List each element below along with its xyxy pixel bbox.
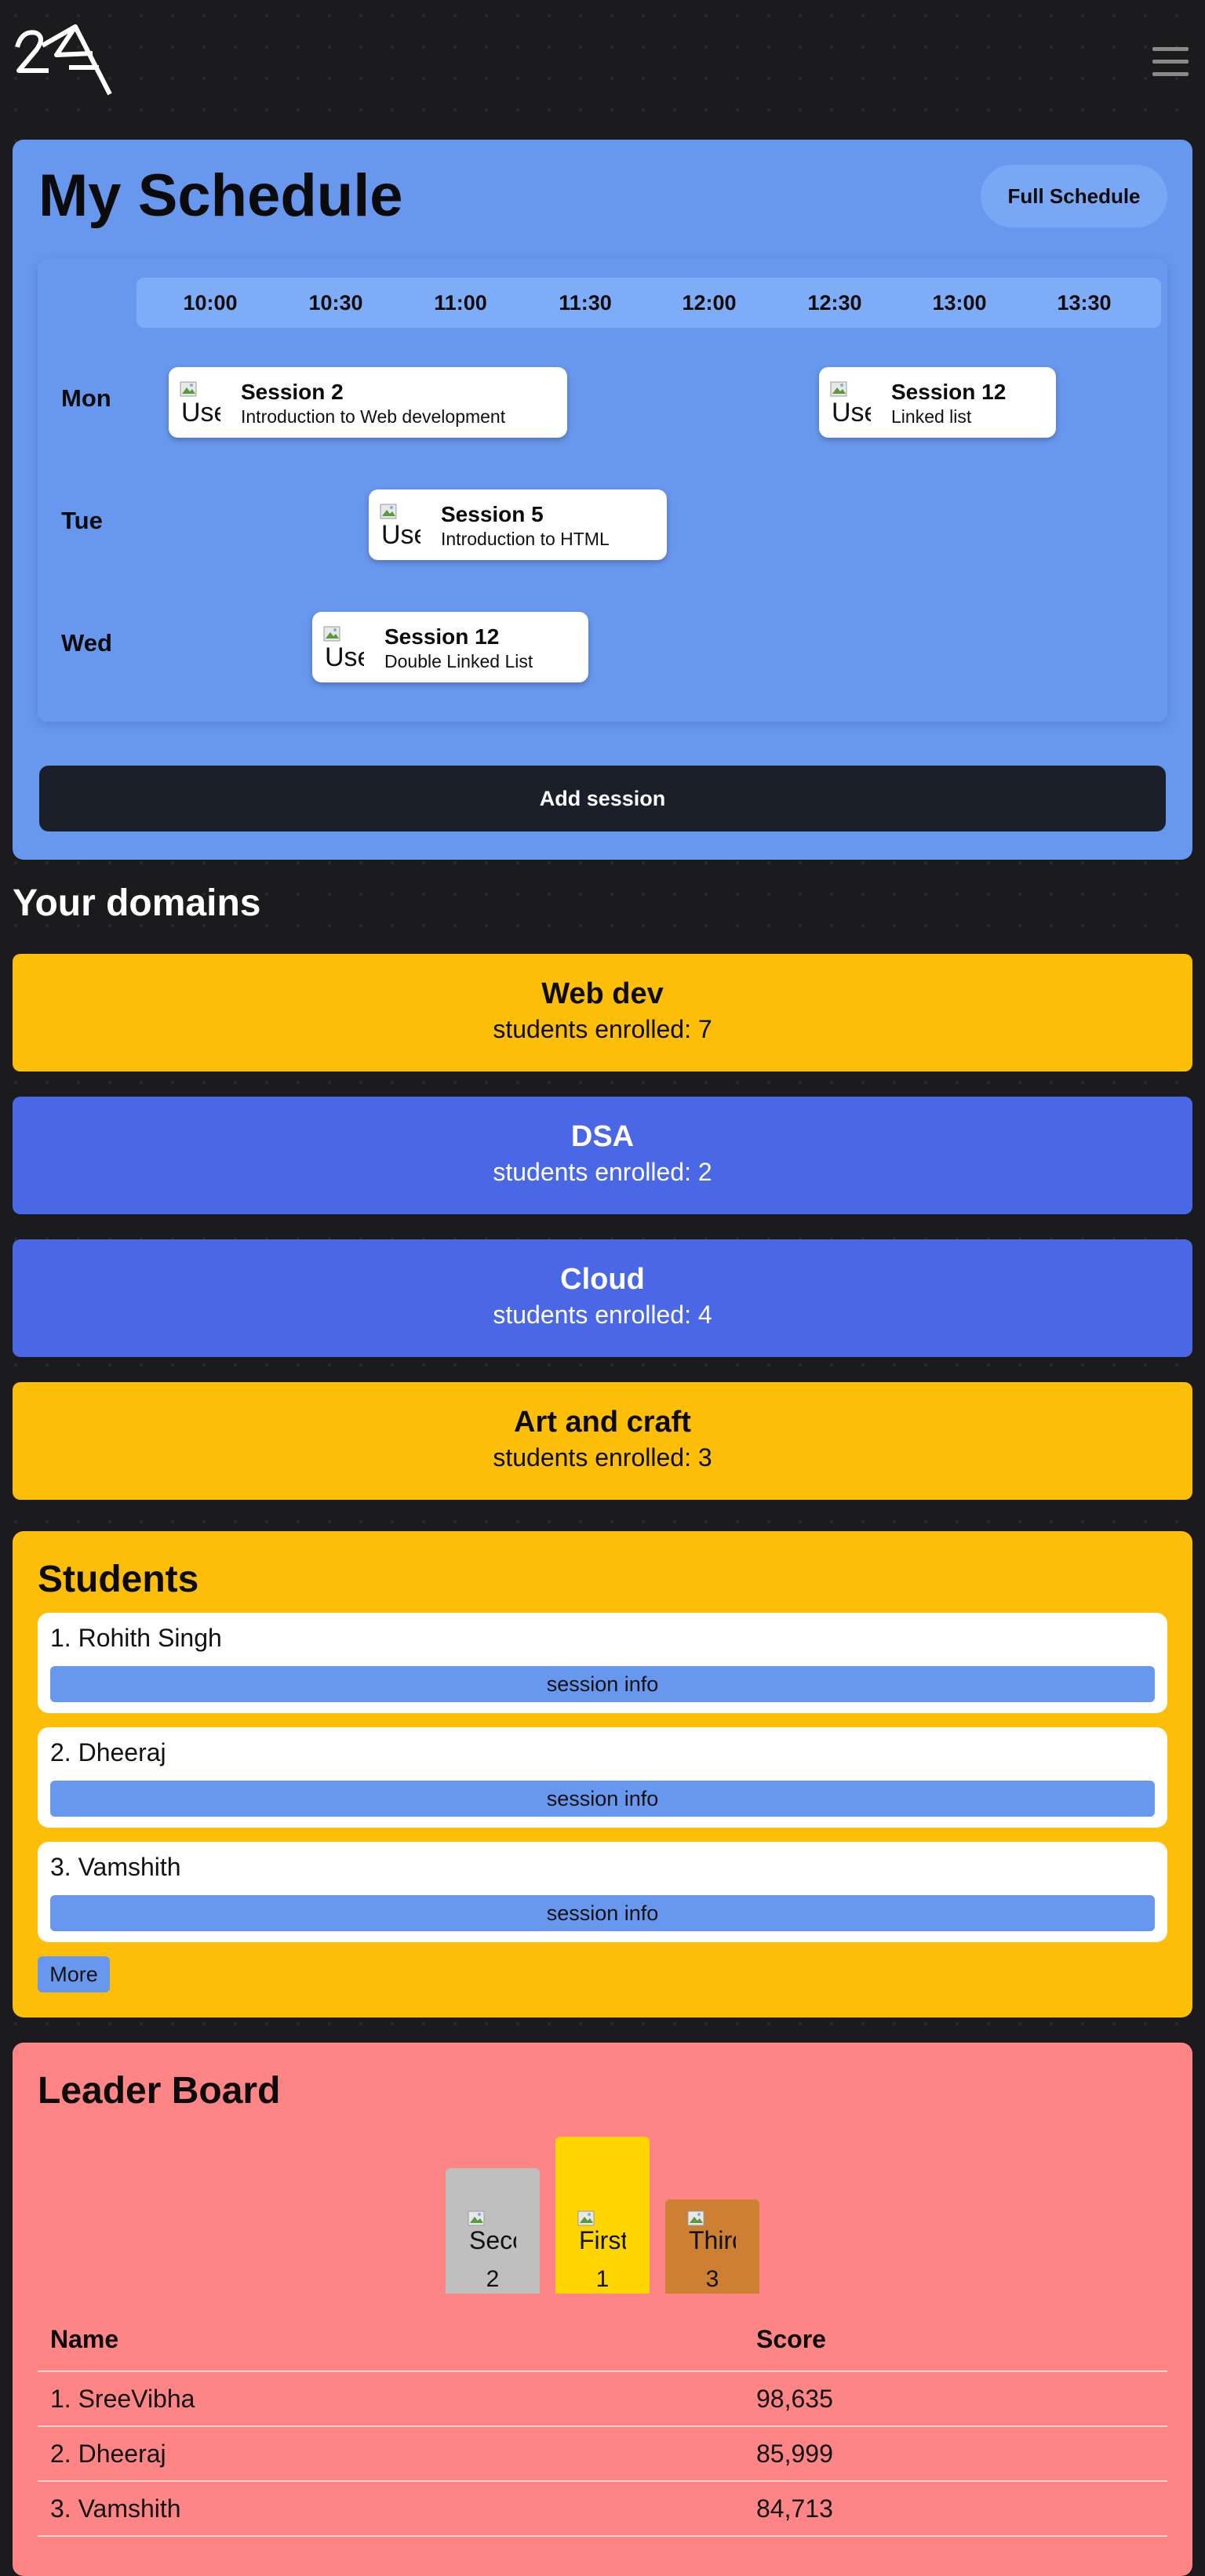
session-subtitle: Linked list bbox=[891, 406, 972, 427]
student-item: 3. Vamshith session info bbox=[38, 1842, 1167, 1942]
domain-card-art-and-craft[interactable]: Art and craft students enrolled: 3 bbox=[13, 1382, 1192, 1500]
leaderboard-score: 85,999 bbox=[756, 2440, 833, 2468]
session-info-button[interactable]: session info bbox=[50, 1781, 1155, 1817]
time-label: 13:00 bbox=[932, 291, 987, 315]
day-label-mon: Mon bbox=[61, 384, 111, 412]
leaderboard-title: Leader Board bbox=[38, 2070, 281, 2112]
domain-name: DSA bbox=[570, 1120, 635, 1153]
podium-rank: 1 bbox=[595, 2266, 610, 2292]
broken-image-icon bbox=[180, 381, 197, 397]
session-card[interactable]: User Session 12 Linked list bbox=[819, 367, 1056, 438]
broken-image-icon bbox=[323, 626, 340, 642]
divider bbox=[38, 2480, 1167, 2482]
user-avatar: User bbox=[380, 504, 420, 551]
schedule-title: My Schedule bbox=[38, 162, 403, 229]
session-card[interactable]: User Session 2 Introduction to Web devel… bbox=[169, 367, 567, 438]
column-header-name: Name bbox=[50, 2325, 119, 2353]
student-item: 1. Rohith Singh session info bbox=[38, 1613, 1167, 1713]
broken-image-icon bbox=[468, 2210, 485, 2226]
student-name: 2. Dheeraj bbox=[50, 1738, 166, 1766]
time-label: 12:30 bbox=[807, 291, 862, 315]
podium-rank: 2 bbox=[486, 2266, 500, 2292]
full-schedule-button[interactable]: Full Schedule bbox=[981, 165, 1167, 227]
time-label: 10:30 bbox=[308, 291, 363, 315]
session-card[interactable]: User Session 5 Introduction to HTML bbox=[369, 489, 667, 560]
students-title: Students bbox=[38, 1559, 199, 1600]
domain-card-dsa[interactable]: DSA students enrolled: 2 bbox=[13, 1097, 1192, 1214]
time-label: 10:00 bbox=[183, 291, 238, 315]
time-header: 10:00 10:30 11:00 11:30 12:00 12:30 13:0… bbox=[137, 278, 1161, 328]
leaderboard-name: 3. Vamshith bbox=[50, 2494, 181, 2523]
day-label-wed: Wed bbox=[61, 629, 112, 657]
domain-card-cloud[interactable]: Cloud students enrolled: 4 bbox=[13, 1239, 1192, 1357]
podium-third: Third 3 bbox=[665, 2199, 759, 2294]
logo[interactable] bbox=[14, 19, 116, 99]
session-subtitle: Double Linked List bbox=[384, 651, 533, 671]
domain-name: Cloud bbox=[560, 1263, 645, 1296]
broken-image-icon bbox=[577, 2210, 595, 2226]
leaderboard-name: 1. SreeVibha bbox=[50, 2385, 195, 2413]
user-avatar: User bbox=[830, 381, 871, 428]
podium-first: First 1 bbox=[555, 2137, 650, 2294]
domain-enrolled: students enrolled: 4 bbox=[493, 1301, 712, 1329]
column-header-score: Score bbox=[756, 2325, 826, 2353]
top-header bbox=[0, 0, 1205, 126]
user-avatar: User bbox=[180, 381, 220, 428]
student-item: 2. Dheeraj session info bbox=[38, 1727, 1167, 1828]
hamburger-menu-icon[interactable] bbox=[1150, 44, 1191, 80]
broken-image-icon bbox=[830, 381, 847, 397]
broken-image-icon bbox=[687, 2210, 704, 2226]
leaderboard-score: 98,635 bbox=[756, 2385, 833, 2413]
domain-name: Art and craft bbox=[514, 1406, 691, 1439]
divider bbox=[38, 2370, 1167, 2372]
domain-enrolled: students enrolled: 7 bbox=[493, 1015, 712, 1043]
time-label: 12:00 bbox=[682, 291, 737, 315]
more-button[interactable]: More bbox=[38, 1956, 110, 1992]
domains-heading: Your domains bbox=[13, 882, 261, 924]
domain-enrolled: students enrolled: 3 bbox=[493, 1443, 712, 1472]
session-title: Session 12 bbox=[891, 380, 1007, 404]
session-title: Session 12 bbox=[384, 624, 500, 649]
divider bbox=[38, 2425, 1167, 2427]
leaderboard-name: 2. Dheeraj bbox=[50, 2440, 166, 2468]
session-card[interactable]: User Session 12 Double Linked List bbox=[312, 612, 588, 682]
session-subtitle: Introduction to Web development bbox=[241, 406, 506, 427]
students-card: Students 1. Rohith Singh session info 2.… bbox=[13, 1531, 1192, 2018]
session-title: Session 5 bbox=[441, 502, 544, 526]
session-info-button[interactable]: session info bbox=[50, 1895, 1155, 1931]
time-label: 13:30 bbox=[1057, 291, 1112, 315]
session-subtitle: Introduction to HTML bbox=[441, 529, 610, 549]
leaderboard-score: 84,713 bbox=[756, 2494, 833, 2523]
schedule-grid: 10:00 10:30 11:00 11:30 12:00 12:30 13:0… bbox=[38, 259, 1167, 722]
schedule-card: My Schedule Full Schedule 10:00 10:30 11… bbox=[13, 140, 1192, 860]
divider bbox=[38, 2535, 1167, 2537]
day-label-tue: Tue bbox=[61, 507, 103, 534]
podium-second: Second 2 bbox=[446, 2168, 540, 2294]
student-name: 1. Rohith Singh bbox=[50, 1624, 222, 1652]
broken-image-icon bbox=[380, 504, 397, 519]
add-session-button[interactable]: Add session bbox=[39, 766, 1166, 831]
session-info-button[interactable]: session info bbox=[50, 1666, 1155, 1702]
user-avatar: User bbox=[323, 626, 364, 673]
domain-card-web-dev[interactable]: Web dev students enrolled: 7 bbox=[13, 954, 1192, 1072]
time-label: 11:00 bbox=[434, 291, 487, 315]
domain-name: Web dev bbox=[541, 977, 664, 1010]
leaderboard-card: Leader Board Second 2 First 1 Third 3 Na… bbox=[13, 2043, 1192, 2576]
domain-enrolled: students enrolled: 2 bbox=[493, 1158, 712, 1186]
time-label: 11:30 bbox=[559, 291, 612, 315]
session-title: Session 2 bbox=[241, 380, 344, 404]
podium-rank: 3 bbox=[705, 2266, 719, 2292]
student-name: 3. Vamshith bbox=[50, 1853, 181, 1881]
